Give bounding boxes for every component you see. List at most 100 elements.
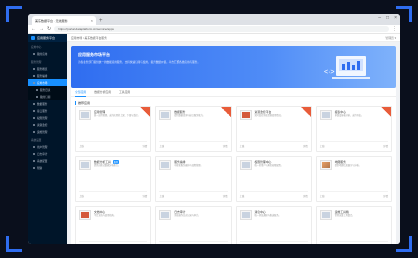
sidebar-item[interactable]: 日志审计 — [28, 150, 67, 157]
menu-dot-icon — [33, 166, 35, 169]
reload-icon[interactable]: ↻ — [47, 26, 51, 32]
card-title-row: 地图服务 — [335, 160, 388, 164]
card-title: 地图服务 — [334, 160, 346, 164]
url-input[interactable]: https://portal.dataplatform.cn/service/a… — [54, 26, 389, 32]
app-card[interactable]: 文档中心 平台文档与使用指南。 上线 详情 — [75, 206, 152, 244]
category-tab[interactable]: 数据分析应用 — [94, 88, 111, 97]
close-icon[interactable]: × — [91, 18, 93, 23]
hot-ribbon-icon — [220, 107, 231, 117]
card-text: 服务编排 可视化服务编排与流程管理。 — [174, 160, 227, 170]
app-thumbnail — [159, 210, 172, 220]
card-detail-link[interactable]: 详情 — [383, 144, 388, 148]
sidebar-item[interactable]: 权限管理 — [28, 114, 67, 121]
thumbnail-image — [241, 212, 250, 218]
card-title: 数据服务 — [174, 110, 186, 114]
thumbnail-image — [161, 212, 170, 218]
sidebar-item[interactable]: 我的应用 — [28, 50, 67, 57]
card-status: 上线 — [159, 195, 165, 198]
sidebar-item[interactable]: 系统配置 — [28, 157, 67, 164]
card-status: 上线 — [239, 145, 245, 148]
app-card-grid: 应用管理 统一应用管理，支持应用的上架、下架与监控。 上线 详情 数据服务 提供… — [75, 106, 392, 244]
sidebar-item-label: 数据服务 — [37, 102, 48, 106]
browser-tab[interactable]: 美东数据平台 · 无线服务 × — [32, 16, 96, 25]
app-card[interactable]: 消息中心 统一消息通知与推送服务。 上线 详情 — [235, 206, 312, 244]
card-title-row: 消息中心 — [255, 210, 308, 214]
menu-icon[interactable]: ⋮ — [392, 26, 397, 32]
app-card[interactable]: 资源监控平台 实时监控系统资源使用情况。 上线 详情 — [235, 106, 312, 152]
card-title-row: 报表中心 — [335, 110, 388, 114]
sidebar: 应用服务平台 应用中心 我的应用 服务管理 服务概览 服务编排 应用市场 服务目录 我的订阅数… — [28, 34, 67, 244]
new-tab-icon[interactable]: + — [99, 18, 103, 24]
sidebar-group-label: 系统设置 — [31, 139, 42, 142]
sidebar-item-label: 系统配置 — [37, 159, 48, 163]
app-thumbnail — [319, 210, 332, 220]
thumbnail-image — [81, 162, 89, 168]
category-tab[interactable]: 全部应用 — [75, 88, 87, 97]
card-detail-link[interactable]: 详情 — [383, 194, 388, 198]
sidebar-item[interactable]: 接口服务 — [28, 107, 67, 114]
close-window-icon[interactable]: × — [394, 15, 397, 21]
thumbnail-image — [161, 162, 170, 168]
card-text: 资源监控平台 实时监控系统资源使用情况。 — [255, 110, 308, 120]
card-header: 服务编排 可视化服务编排与流程管理。 — [159, 160, 227, 170]
logo-icon — [31, 36, 35, 40]
sidebar-item[interactable]: 应用市场 — [28, 79, 67, 86]
sidebar-item[interactable]: 服务目录 — [28, 86, 67, 93]
thumbnail-image — [321, 212, 330, 218]
sidebar-item[interactable]: 资源监控 — [28, 121, 67, 128]
menu-dot-icon — [33, 74, 35, 77]
main-content: 应用市场 / 美东数据平台服务 管理员 ▾ 应用服务市场平台 为各业务部门提供统… — [67, 34, 400, 244]
menu-dot-icon — [36, 95, 38, 98]
card-title-row: 应用管理 — [94, 110, 147, 114]
app-card[interactable]: 报表中心 多维度报表分析，支持导出。 上线 详情 — [315, 106, 392, 152]
app-card[interactable]: 服务编排 可视化服务编排与流程管理。 上线 详情 — [155, 156, 232, 202]
menu-dot-icon — [33, 116, 35, 119]
sidebar-item-label: 服务概览 — [37, 67, 48, 71]
card-description: 提供数据查询与接口服务能力。 — [174, 115, 205, 117]
minimize-icon[interactable]: – — [378, 15, 381, 21]
app-card[interactable]: 地图服务 提供地理信息展示与分析。 上线 详情 — [315, 156, 392, 202]
menu-dot-icon — [33, 152, 35, 155]
card-detail-link[interactable]: 详情 — [142, 144, 147, 148]
back-icon[interactable]: ← — [31, 26, 36, 32]
thumbnail-image — [161, 112, 170, 118]
app-card[interactable]: 应用管理 统一应用管理，支持应用的上架、下架与监控。 上线 详情 — [75, 106, 152, 152]
app-card[interactable]: 数据服务 提供数据查询与接口服务能力。 上线 详情 — [155, 106, 232, 152]
card-detail-link[interactable]: 详情 — [303, 144, 308, 148]
frame-corner — [6, 6, 22, 22]
card-detail-link[interactable]: 详情 — [223, 144, 228, 148]
app-card[interactable]: 数据分析工具 推荐 提供自助式数据分析能力。 上线 详情 — [75, 156, 152, 202]
card-title-row: 文档中心 — [94, 210, 147, 214]
card-header: 数据服务 提供数据查询与接口服务能力。 — [159, 110, 227, 120]
app-thumbnail — [239, 160, 252, 170]
app-card[interactable]: 运维工具箱 常用运维工具集合。 上线 详情 — [315, 206, 392, 244]
sidebar-item[interactable]: 服务编排 — [28, 72, 67, 79]
maximize-icon[interactable]: □ — [386, 15, 389, 21]
menu-dot-icon — [33, 109, 35, 112]
card-detail-link[interactable]: 详情 — [303, 194, 308, 198]
user-menu[interactable]: 管理员 ▾ — [385, 36, 396, 40]
menu-dot-icon — [33, 145, 35, 148]
sidebar-item-label: 用户管理 — [37, 145, 48, 149]
app-card[interactable]: 日志审计 系统操作日志记录与审计。 上线 详情 — [155, 206, 232, 244]
card-header: 资源监控平台 实时监控系统资源使用情况。 — [239, 110, 308, 120]
card-badge: 推荐 — [112, 160, 120, 164]
category-tab[interactable]: 工具应用 — [119, 88, 130, 97]
card-detail-link[interactable]: 详情 — [142, 194, 147, 198]
sidebar-item[interactable]: 用户管理 — [28, 143, 67, 150]
card-text: 日志审计 系统操作日志记录与审计。 — [174, 210, 227, 220]
sidebar-item[interactable]: 数据服务 — [28, 100, 67, 107]
sidebar-item[interactable]: 帮助 — [28, 164, 67, 171]
sidebar-item[interactable]: 服务概览 — [28, 65, 67, 72]
sidebar-item-label: 我的订阅 — [40, 95, 51, 99]
app-card[interactable]: 权限管理中心 统一的用户与角色权限配置。 上线 详情 — [235, 156, 312, 202]
card-description: 统一应用管理，支持应用的上架、下架与监控。 — [94, 115, 140, 117]
card-detail-link[interactable]: 详情 — [223, 194, 228, 198]
card-title-row: 数据分析工具 推荐 — [94, 160, 147, 164]
hot-ribbon-icon — [381, 107, 391, 117]
forward-icon[interactable]: → — [39, 26, 44, 32]
frame-corner — [6, 236, 22, 252]
window-controls: – □ × — [378, 15, 397, 21]
sidebar-item[interactable]: 我的订阅 — [28, 93, 67, 100]
sidebar-item[interactable]: 运维管理 — [28, 128, 67, 135]
